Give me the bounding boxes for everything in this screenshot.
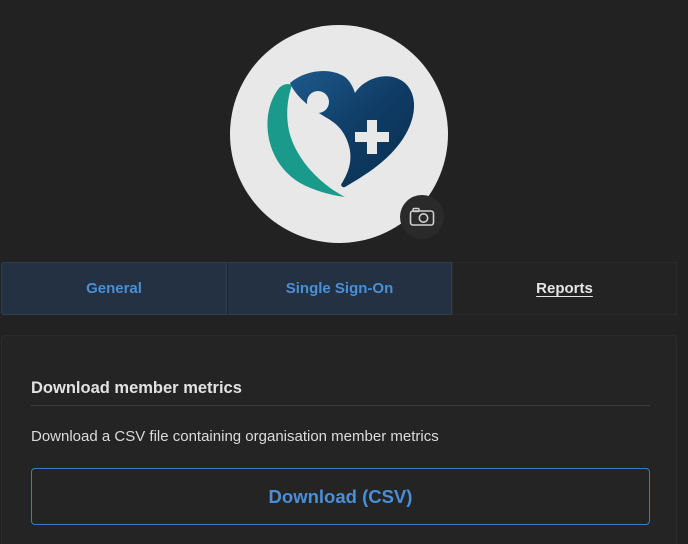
tab-general[interactable]: General [1, 262, 227, 315]
camera-icon [409, 207, 435, 226]
section-description: Download a CSV file containing organisat… [31, 428, 439, 445]
organisation-avatar [230, 25, 448, 243]
tab-reports[interactable]: Reports [452, 262, 677, 315]
reports-panel: Download member metrics Download a CSV f… [1, 335, 677, 544]
section-title: Download member metrics [31, 379, 242, 397]
organisation-settings-page: General Single Sign-On Reports Download … [0, 0, 688, 544]
change-photo-button[interactable] [400, 195, 444, 239]
download-csv-button[interactable]: Download (CSV) [31, 468, 650, 525]
tab-single-sign-on[interactable]: Single Sign-On [227, 262, 452, 315]
section-divider [31, 405, 650, 406]
settings-tabs: General Single Sign-On Reports [1, 262, 677, 315]
